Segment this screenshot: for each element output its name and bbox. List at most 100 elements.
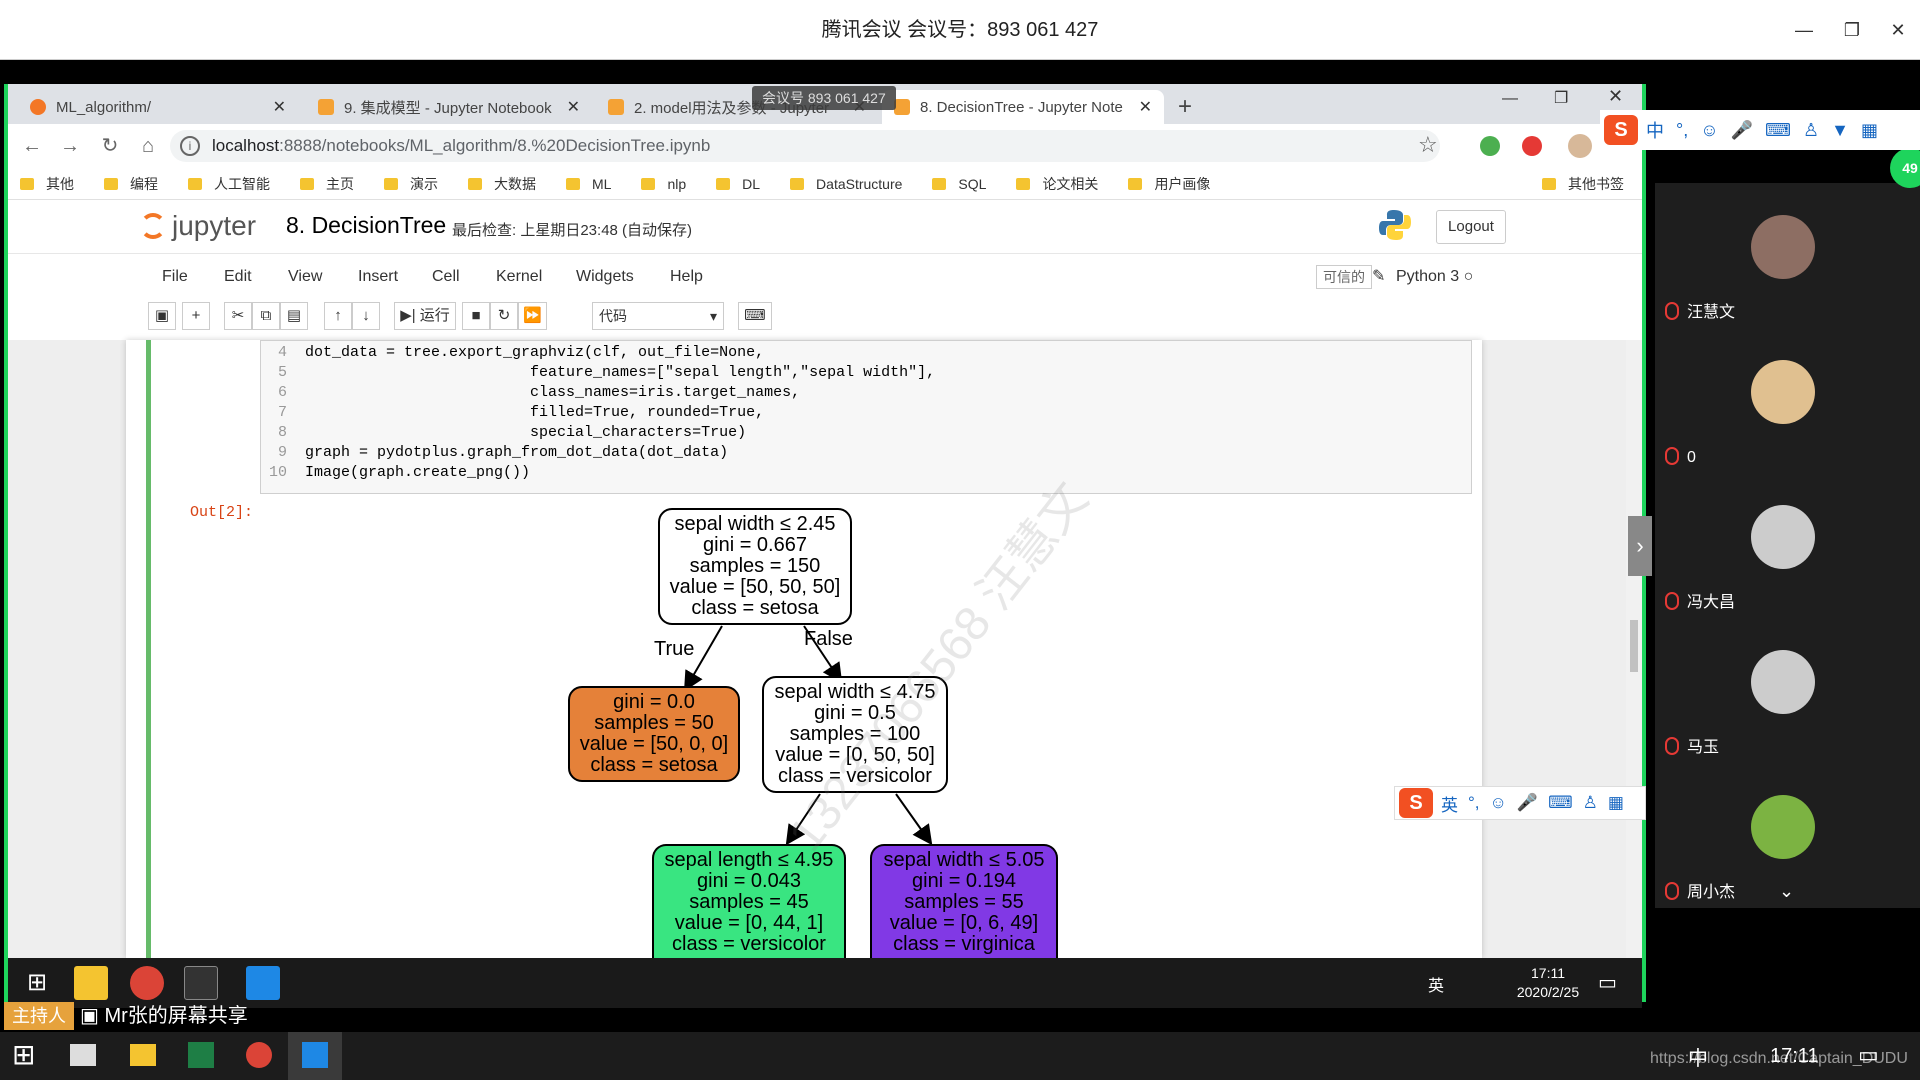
bookmark-datastructure[interactable]: DataStructure <box>790 176 902 192</box>
home-icon[interactable]: ⌂ <box>134 132 162 160</box>
menu-edit[interactable]: Edit <box>224 260 252 294</box>
insert-cell-icon[interactable]: + <box>182 302 210 330</box>
browser-restore-button[interactable]: ❐ <box>1554 88 1568 108</box>
cell-type-select[interactable]: 代码 ▾ <box>592 302 724 330</box>
tab-ensemble[interactable]: 9. 集成模型 - Jupyter Notebook ✕ <box>306 90 592 124</box>
system-clock[interactable]: 17:11 <box>1770 1038 1819 1074</box>
move-up-icon[interactable]: ↑ <box>324 302 352 330</box>
interrupt-icon[interactable]: ■ <box>462 302 490 330</box>
punctuation-icon[interactable]: °, <box>1676 120 1688 141</box>
windows-start-icon[interactable]: ⊞ <box>20 966 54 1000</box>
menu-kernel[interactable]: Kernel <box>496 260 542 294</box>
terminal-icon[interactable] <box>184 966 218 1000</box>
notification-icon[interactable]: ▭ <box>1858 1042 1879 1068</box>
input-language[interactable]: 中 <box>1688 1042 1708 1071</box>
browser-close-button[interactable]: ✕ <box>1608 86 1623 107</box>
jupyter-logo[interactable]: jupyter <box>140 210 256 242</box>
profile-avatar[interactable] <box>1568 134 1592 158</box>
menu-file[interactable]: File <box>162 260 188 294</box>
file-explorer-icon[interactable] <box>74 966 108 1000</box>
close-tab-icon[interactable]: ✕ <box>1129 97 1152 117</box>
adblock-icon[interactable] <box>1522 136 1542 156</box>
chevron-right-icon[interactable]: › <box>1628 516 1652 576</box>
bookmark-home[interactable]: 主页 <box>300 174 354 194</box>
ime-mode[interactable]: 英 <box>1441 791 1458 816</box>
notebook-title[interactable]: 8. DecisionTree <box>286 212 446 239</box>
skin-icon[interactable]: ▼ <box>1831 120 1849 141</box>
participant-card[interactable]: 冯大昌 <box>1655 473 1920 618</box>
copy-icon[interactable]: ⧉ <box>252 302 280 330</box>
cut-icon[interactable]: ✂ <box>224 302 252 330</box>
paste-icon[interactable]: ▤ <box>280 302 308 330</box>
excel-icon[interactable] <box>188 1042 214 1068</box>
ime-toolbar-shared[interactable]: S 英 °, ☺ 🎤 ⌨ ♙ ▦ <box>1394 786 1646 820</box>
user-icon[interactable]: ♙ <box>1803 120 1819 141</box>
emoji-icon[interactable]: ☺ <box>1490 793 1507 813</box>
new-tab-button[interactable]: + <box>1168 90 1202 124</box>
bookmark-sql[interactable]: SQL <box>932 176 986 192</box>
chrome-icon[interactable] <box>246 1042 272 1068</box>
bookmark-papers[interactable]: 论文相关 <box>1016 174 1098 194</box>
bookmark-bigdata[interactable]: 大数据 <box>468 174 536 194</box>
forward-icon[interactable]: → <box>56 132 84 160</box>
url-input[interactable]: localhost:8888/notebooks/ML_algorithm/8.… <box>170 130 1440 162</box>
keyboard-icon[interactable]: ⌨ <box>738 302 772 330</box>
trusted-indicator[interactable]: 可信的 <box>1316 265 1372 289</box>
reload-icon[interactable]: ↻ <box>96 132 124 160</box>
tencent-meeting-icon[interactable] <box>246 966 280 1000</box>
move-down-icon[interactable]: ↓ <box>352 302 380 330</box>
info-icon[interactable]: i <box>180 136 200 156</box>
punctuation-icon[interactable]: °, <box>1468 793 1480 813</box>
scrollbar-thumb[interactable] <box>1630 620 1638 672</box>
participant-card[interactable]: 周小杰 ⌄ <box>1655 763 1920 908</box>
user-icon[interactable]: ♙ <box>1583 793 1598 813</box>
page-scrollbar[interactable] <box>1626 340 1642 958</box>
participant-card[interactable]: 0 <box>1655 328 1920 473</box>
mail-icon[interactable] <box>70 1044 96 1066</box>
notification-icon[interactable]: ▭ <box>1598 970 1617 995</box>
save-icon[interactable]: ▣ <box>148 302 176 330</box>
tab-ml-algorithm[interactable]: ML_algorithm/ ✕ <box>18 90 298 124</box>
menu-widgets[interactable]: Widgets <box>576 260 634 294</box>
participant-card[interactable]: 马玉 <box>1655 618 1920 763</box>
back-icon[interactable]: ← <box>18 132 46 160</box>
evernote-icon[interactable] <box>1480 136 1500 156</box>
menu-insert[interactable]: Insert <box>358 260 398 294</box>
logout-button[interactable]: Logout <box>1436 210 1506 244</box>
keyboard-icon[interactable]: ⌨ <box>1548 793 1573 813</box>
bookmark-user-profile[interactable]: 用户画像 <box>1128 174 1210 194</box>
menu-view[interactable]: View <box>288 260 322 294</box>
run-button[interactable]: ▶| 运行 <box>394 302 456 330</box>
file-explorer-icon[interactable] <box>130 1044 156 1066</box>
close-tab-icon[interactable]: ✕ <box>557 97 580 117</box>
restart-run-all-icon[interactable]: ⏩ <box>518 302 547 330</box>
restart-icon[interactable]: ↻ <box>490 302 518 330</box>
close-button[interactable]: ✕ <box>1882 14 1914 46</box>
input-language[interactable]: 英 <box>1428 972 1444 996</box>
bookmark-nlp[interactable]: nlp <box>641 176 686 192</box>
chrome-icon[interactable] <box>130 966 164 1000</box>
bookmark-ml[interactable]: ML <box>566 176 611 192</box>
emoji-icon[interactable]: ☺ <box>1700 120 1718 141</box>
bookmark-other-bookmarks[interactable]: 其他书签 <box>1542 174 1624 194</box>
chevron-down-icon[interactable]: ⌄ <box>1779 881 1794 902</box>
edit-pencil-icon[interactable]: ✎ <box>1372 266 1385 286</box>
bookmark-star-icon[interactable]: ☆ <box>1418 132 1438 158</box>
bookmark-demo[interactable]: 演示 <box>384 174 438 194</box>
bookmark-programming[interactable]: 编程 <box>104 174 158 194</box>
toolbox-icon[interactable]: ▦ <box>1608 793 1624 813</box>
bookmark-dl[interactable]: DL <box>716 176 760 192</box>
toolbox-icon[interactable]: ▦ <box>1861 120 1878 141</box>
menu-help[interactable]: Help <box>670 260 703 294</box>
browser-minimize-button[interactable]: — <box>1502 90 1518 108</box>
voice-icon[interactable]: 🎤 <box>1517 793 1538 813</box>
ime-toolbar[interactable]: S 中 °, ☺ 🎤 ⌨ ♙ ▼ ▦ <box>1600 110 1920 150</box>
voice-icon[interactable]: 🎤 <box>1731 120 1753 141</box>
bookmark-other[interactable]: 其他 <box>20 174 74 194</box>
tab-decision-tree[interactable]: 8. DecisionTree - Jupyter Note ✕ <box>882 90 1164 124</box>
restore-button[interactable]: ❐ <box>1836 14 1868 46</box>
close-tab-icon[interactable]: ✕ <box>263 97 286 117</box>
keyboard-icon[interactable]: ⌨ <box>1765 120 1791 141</box>
ime-mode[interactable]: 中 <box>1646 117 1664 143</box>
minimize-button[interactable]: — <box>1788 14 1820 46</box>
